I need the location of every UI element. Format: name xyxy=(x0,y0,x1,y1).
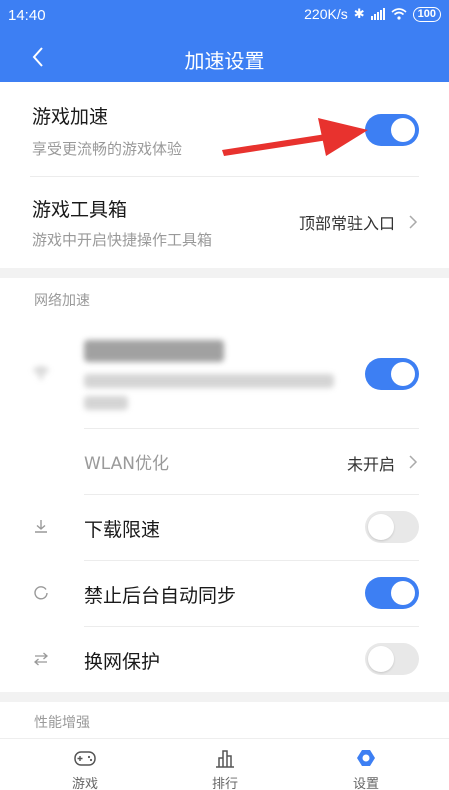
nav-label-games: 游戏 xyxy=(71,777,98,790)
download-limit-row[interactable]: 下载限速 xyxy=(0,495,449,560)
toolbox-subtitle: 游戏中开启快捷操作工具箱 xyxy=(32,231,213,249)
download-limit-label: 下载限速 xyxy=(84,519,161,541)
toolbox-value: 顶部常驻入口 xyxy=(298,214,395,233)
status-time: 14:40 xyxy=(8,7,46,24)
network-boost-toggle[interactable] xyxy=(365,358,419,390)
section-network: 网络加速 xyxy=(34,293,90,309)
toolbox-title: 游戏工具箱 xyxy=(32,199,128,221)
nav-item-ranking[interactable]: 排行 xyxy=(185,739,265,790)
status-bar: 14:40 220K/s ✱ 100 xyxy=(0,0,449,32)
toggle-knob xyxy=(368,514,394,540)
network-card: 网络加速 WLAN优化 未开启 下载限速 禁止后台自动同步 换网保护 xyxy=(0,278,449,692)
wlan-label: WLAN优化 xyxy=(84,454,170,474)
swap-icon xyxy=(34,652,48,666)
net-switch-label: 换网保护 xyxy=(84,651,161,673)
chevron-right-icon xyxy=(409,215,418,229)
wlan-value: 未开启 xyxy=(346,455,395,474)
toggle-knob xyxy=(391,362,415,386)
section-performance: 性能增强 xyxy=(34,715,90,731)
game-boost-subtitle: 享受更流畅的游戏体验 xyxy=(32,140,183,158)
game-boost-title: 游戏加速 xyxy=(32,106,109,128)
gamepad-icon xyxy=(74,751,96,766)
nav-item-games[interactable]: 游戏 xyxy=(45,739,125,790)
toolbox-row[interactable]: 游戏工具箱 游戏中开启快捷操作工具箱 顶部常驻入口 xyxy=(0,177,449,268)
bg-sync-label: 禁止后台自动同步 xyxy=(84,585,237,607)
toggle-knob xyxy=(368,646,394,672)
network-boost-row[interactable] xyxy=(0,318,449,428)
download-icon xyxy=(35,520,47,533)
redacted-subtitle xyxy=(84,374,334,388)
annotation-arrow xyxy=(222,118,368,156)
net-switch-toggle[interactable] xyxy=(365,643,419,675)
toggle-knob xyxy=(391,581,415,605)
nav-label-ranking: 排行 xyxy=(211,777,238,790)
wlan-row[interactable]: WLAN优化 未开启 xyxy=(0,429,449,494)
download-limit-toggle[interactable] xyxy=(365,511,419,543)
redacted-subtitle-line2 xyxy=(84,396,128,410)
page-title: 加速设置 xyxy=(184,49,265,73)
status-icons: 220K/s ✱ 100 xyxy=(304,6,441,22)
chart-icon xyxy=(216,750,234,768)
wifi-icon xyxy=(391,8,407,20)
chevron-right-icon xyxy=(409,455,418,469)
title-bar: 加速设置 xyxy=(0,32,449,82)
settings-icon xyxy=(357,750,375,766)
net-switch-row[interactable]: 换网保护 xyxy=(0,627,449,692)
nav-item-settings[interactable]: 设置 xyxy=(326,739,406,790)
signal-icon xyxy=(370,8,385,20)
wifi-icon xyxy=(33,367,49,379)
redacted-title xyxy=(84,340,224,362)
performance-card: 性能增强 xyxy=(0,702,449,742)
net-speed: 220K/s xyxy=(304,6,348,22)
sync-icon xyxy=(34,586,48,600)
bg-sync-row[interactable]: 禁止后台自动同步 xyxy=(0,561,449,626)
bluetooth-icon: ✱ xyxy=(353,6,365,21)
battery-icon: 100 xyxy=(412,6,441,22)
bottom-nav: 游戏 排行 设置 xyxy=(0,738,449,790)
bg-sync-toggle[interactable] xyxy=(365,577,419,609)
toggle-knob xyxy=(391,118,415,142)
nav-label-settings: 设置 xyxy=(352,777,379,790)
